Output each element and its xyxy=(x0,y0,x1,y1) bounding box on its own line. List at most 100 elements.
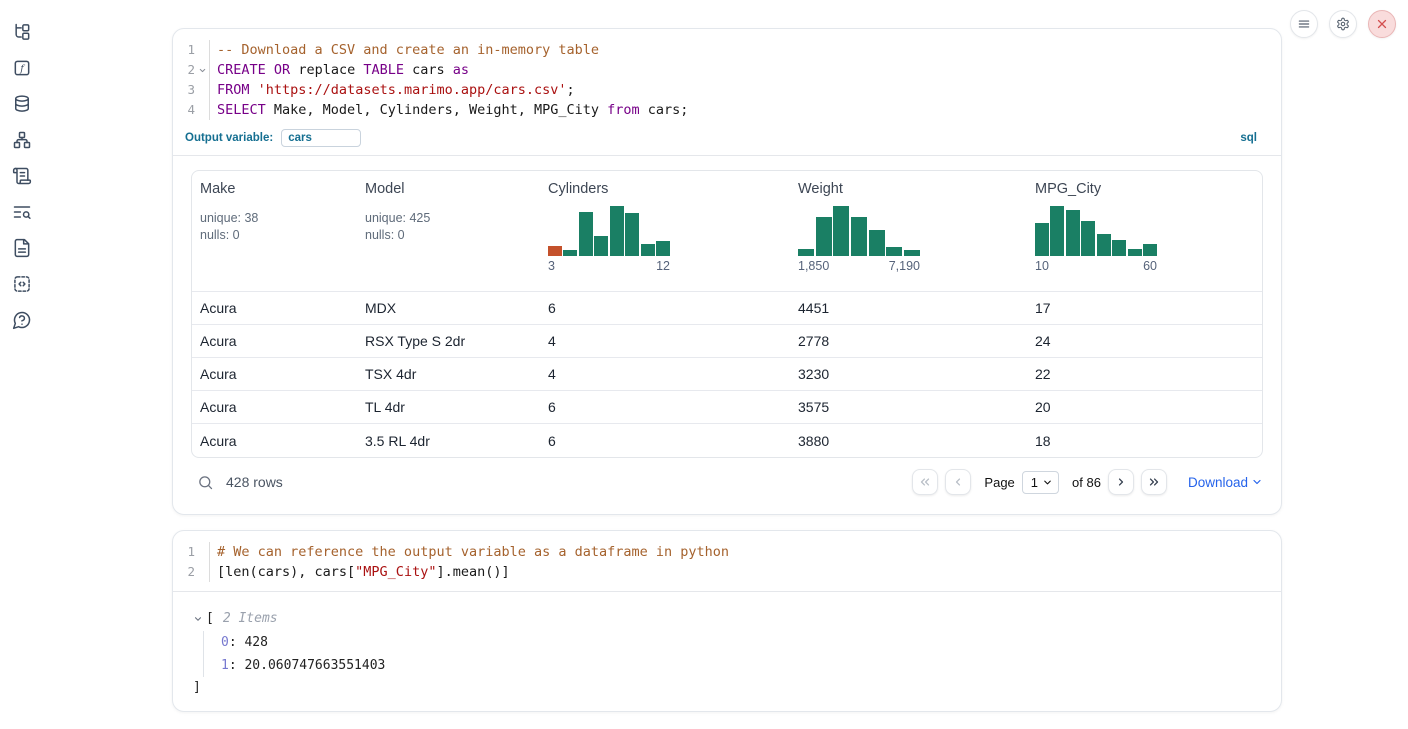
column-header[interactable]: Make xyxy=(200,181,235,197)
table-cell: 17 xyxy=(1027,300,1262,316)
histogram-bars xyxy=(1035,204,1157,256)
close-icon xyxy=(1375,17,1389,31)
code-token: TABLE xyxy=(363,62,404,78)
code-token: as xyxy=(453,62,469,78)
sql-code-editor[interactable]: 1-- Download a CSV and create an in-memo… xyxy=(173,29,1281,129)
code-token: 'https://datasets.marimo.app/cars.csv' xyxy=(258,82,567,98)
table-header-cell: Cylinders 312 xyxy=(540,171,790,291)
snippets-icon[interactable] xyxy=(12,274,32,294)
table-cell: Acura xyxy=(192,333,357,349)
table-row[interactable]: AcuraRSX Type S 2dr4277824 xyxy=(192,325,1262,358)
table-footer: 428 rows Page 1 of 86 Download xyxy=(173,458,1281,495)
python-cell: 1 # We can reference the output variable … xyxy=(172,530,1282,712)
stat-nulls: nulls: 0 xyxy=(200,227,349,244)
table-cell: 3880 xyxy=(790,433,1027,449)
output-variable-input[interactable] xyxy=(281,129,361,147)
fold-chevron-icon[interactable] xyxy=(195,60,209,80)
table-cell: 3.5 RL 4dr xyxy=(357,433,540,449)
axis-min-label: 1,850 xyxy=(798,259,829,273)
search-rows-button[interactable] xyxy=(197,474,214,491)
code-token: -- Download a CSV and create an in-memor… xyxy=(217,42,599,58)
code-token: # We can reference the output variable a… xyxy=(217,544,729,560)
shutdown-button[interactable] xyxy=(1368,10,1396,38)
search-icon xyxy=(197,474,214,491)
fold-gutter xyxy=(195,100,209,120)
entry-key: 1 xyxy=(221,658,229,673)
file-explorer-icon[interactable] xyxy=(12,22,32,42)
topbar-actions xyxy=(1290,10,1396,38)
fold-gutter xyxy=(195,562,209,582)
stat-unique: unique: 425 xyxy=(365,210,532,227)
table-cell: 24 xyxy=(1027,333,1262,349)
datasources-icon[interactable] xyxy=(12,94,32,114)
column-histogram: 1,8507,190 xyxy=(798,204,920,273)
notebook-menu-button[interactable] xyxy=(1290,10,1318,38)
table-header-cell: Weight 1,8507,190 xyxy=(790,171,1027,291)
python-code-editor[interactable]: 1# We can reference the output variable … xyxy=(173,531,1281,591)
table-cell: 20 xyxy=(1027,399,1262,415)
svg-text:f: f xyxy=(19,64,25,75)
code-line: 1-- Download a CSV and create an in-memo… xyxy=(173,40,1281,60)
column-histogram: 312 xyxy=(548,204,670,273)
code-text: FROM 'https://datasets.marimo.app/cars.c… xyxy=(209,80,1281,100)
code-token: cars; xyxy=(640,102,689,118)
table-row[interactable]: AcuraTSX 4dr4323022 xyxy=(192,358,1262,391)
logs-icon[interactable] xyxy=(12,166,32,186)
entry-value: 428 xyxy=(244,635,267,650)
hamburger-icon xyxy=(1297,17,1311,31)
histogram-axis: 1060 xyxy=(1035,259,1157,273)
axis-max-label: 60 xyxy=(1143,259,1157,273)
dependency-graph-icon[interactable] xyxy=(12,130,32,150)
table-row[interactable]: Acura3.5 RL 4dr6388018 xyxy=(192,424,1262,457)
code-token: "MPG_City" xyxy=(355,564,436,580)
previous-page-button[interactable] xyxy=(945,469,971,495)
tree-entry: 0: 428 xyxy=(221,631,1261,654)
code-token: SELECT xyxy=(217,102,266,118)
tree-entries: 0: 4281: 20.060747663551403 xyxy=(203,631,1261,677)
gear-icon xyxy=(1336,17,1350,31)
line-number: 4 xyxy=(173,100,195,120)
column-header[interactable]: MPG_City xyxy=(1035,181,1101,197)
next-page-button[interactable] xyxy=(1108,469,1134,495)
download-button[interactable]: Download xyxy=(1188,475,1263,490)
histogram-bar xyxy=(1128,249,1142,256)
column-header[interactable]: Model xyxy=(365,181,405,197)
last-page-button[interactable] xyxy=(1141,469,1167,495)
entry-colon: : xyxy=(229,635,245,650)
table-cell: 6 xyxy=(540,433,790,449)
code-token: ; xyxy=(567,82,575,98)
collapse-chevron-icon[interactable] xyxy=(193,614,203,624)
table-cell: 3575 xyxy=(790,399,1027,415)
settings-button[interactable] xyxy=(1329,10,1357,38)
page-total-label: of 86 xyxy=(1072,475,1101,490)
scratchpad-search-icon[interactable] xyxy=(12,202,32,222)
column-header[interactable]: Cylinders xyxy=(548,181,608,197)
table-row[interactable]: AcuraMDX6445117 xyxy=(192,292,1262,325)
histogram-axis: 312 xyxy=(548,259,670,273)
axis-min-label: 3 xyxy=(548,259,555,273)
column-header[interactable]: Weight xyxy=(798,181,843,197)
table-row[interactable]: AcuraTL 4dr6357520 xyxy=(192,391,1262,424)
table-cell: Acura xyxy=(192,366,357,382)
code-token: Make, Model, Cylinders, Weight, MPG_City xyxy=(266,102,607,118)
page-select[interactable]: 1 xyxy=(1022,471,1059,494)
histogram-bar xyxy=(579,212,593,256)
code-text: SELECT Make, Model, Cylinders, Weight, M… xyxy=(209,100,1281,120)
documentation-icon[interactable] xyxy=(12,238,32,258)
histogram-bar xyxy=(594,236,608,256)
first-page-button[interactable] xyxy=(912,469,938,495)
line-number: 2 xyxy=(173,562,195,582)
help-icon[interactable] xyxy=(12,310,32,330)
histogram-bar xyxy=(904,250,920,256)
histogram-bar xyxy=(1050,206,1064,256)
table-cell: 22 xyxy=(1027,366,1262,382)
histogram-bar xyxy=(563,250,577,256)
table-cell: 4 xyxy=(540,366,790,382)
table-cell: MDX xyxy=(357,300,540,316)
histogram-bars xyxy=(548,204,670,256)
stat-nulls: nulls: 0 xyxy=(365,227,532,244)
variables-icon[interactable]: f xyxy=(12,58,32,78)
output-variable-bar: Output variable: sql xyxy=(173,129,1281,156)
column-stats: unique: 425nulls: 0 xyxy=(365,210,532,244)
code-token: ].mean()] xyxy=(436,564,509,580)
